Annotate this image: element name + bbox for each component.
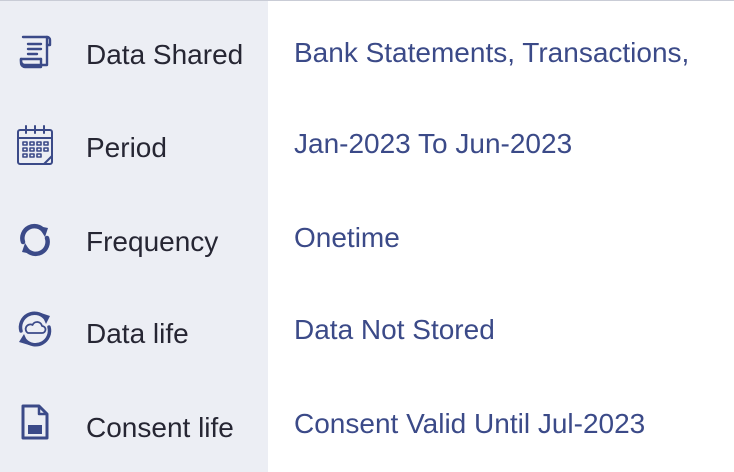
consent-row-consent-life: Consent life Consent Valid Until Jul-202…: [0, 377, 734, 467]
consent-row-data-shared: Data Shared Bank Statements, Transaction…: [0, 4, 734, 94]
row-label: Data life: [86, 318, 189, 349]
row-value: Bank Statements, Transactions,: [294, 37, 690, 68]
row-value: Consent Valid Until Jul-2023: [294, 408, 646, 439]
document-scroll-icon: [10, 27, 60, 77]
refresh-icon: [10, 215, 60, 265]
row-value: Onetime: [294, 222, 400, 253]
file-icon: [10, 397, 60, 447]
row-label: Frequency: [86, 226, 219, 257]
row-label: Period: [86, 132, 167, 163]
row-value: Jan-2023 To Jun-2023: [294, 128, 573, 159]
consent-row-frequency: Frequency Onetime: [0, 192, 734, 282]
row-value: Data Not Stored: [294, 314, 495, 345]
calendar-icon: [10, 121, 60, 171]
row-label: Data Shared: [86, 39, 244, 70]
consent-row-period: Period Jan-2023 To Jun-2023: [0, 97, 734, 187]
cloud-sync-icon: [10, 304, 60, 354]
row-label: Consent life: [86, 412, 234, 443]
consent-details-panel: Data Shared Bank Statements, Transaction…: [0, 0, 734, 472]
consent-row-data-life: Data life Data Not Stored: [0, 283, 734, 373]
